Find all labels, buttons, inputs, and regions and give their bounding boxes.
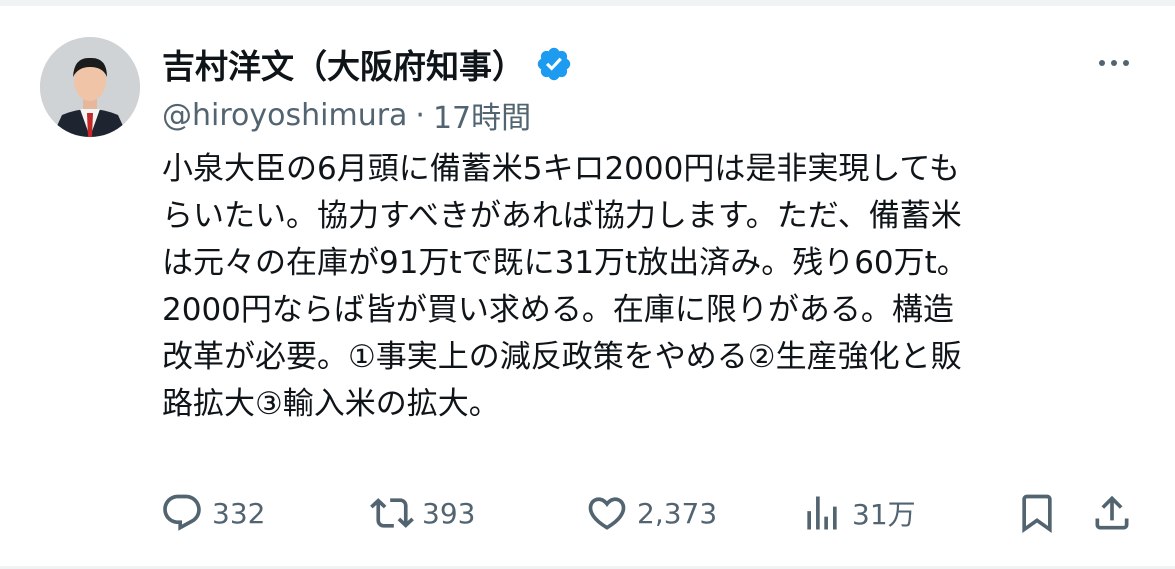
avatar[interactable] xyxy=(40,37,140,137)
repost-button[interactable]: 393 xyxy=(370,488,475,538)
repost-icon xyxy=(370,498,414,528)
more-dot xyxy=(1123,60,1129,66)
post-time[interactable]: 17時間 xyxy=(433,93,531,137)
bookmark-icon xyxy=(1022,494,1052,534)
avatar-photo xyxy=(40,37,140,137)
like-button[interactable]: 2,373 xyxy=(585,488,717,538)
reply-icon xyxy=(163,494,201,531)
share-button[interactable] xyxy=(1090,488,1134,538)
views-button[interactable]: 31万 xyxy=(800,488,916,538)
author-meta-row: @hiroyoshimura · 17時間 xyxy=(162,92,531,138)
top-divider xyxy=(0,0,1175,6)
views-icon xyxy=(807,496,837,530)
heart-icon xyxy=(588,497,626,530)
reply-button[interactable]: 332 xyxy=(160,488,265,538)
meta-separator: · xyxy=(415,97,425,133)
reply-count: 332 xyxy=(212,496,266,530)
tweet-text: 小泉大臣の6月頭に備蓄米5キロ2000円は是非実現しても らいたい。協力すべきが… xyxy=(162,151,968,422)
more-options-icon xyxy=(1099,60,1105,66)
like-count: 2,373 xyxy=(637,496,718,530)
author-name-row: 吉村洋文（大阪府知事） xyxy=(162,38,573,90)
more-dot xyxy=(1111,60,1117,66)
author-handle[interactable]: @hiroyoshimura xyxy=(162,98,407,133)
more-options-button[interactable] xyxy=(1088,44,1140,82)
repost-count: 393 xyxy=(422,496,476,530)
views-count: 31万 xyxy=(852,498,916,531)
bookmark-button[interactable] xyxy=(1015,488,1059,538)
action-bar: 332 393 2,373 31万 xyxy=(160,488,1145,538)
share-icon xyxy=(1095,495,1129,530)
verified-badge-icon[interactable] xyxy=(535,45,573,83)
author-display-name[interactable]: 吉村洋文（大阪府知事） xyxy=(162,40,525,88)
